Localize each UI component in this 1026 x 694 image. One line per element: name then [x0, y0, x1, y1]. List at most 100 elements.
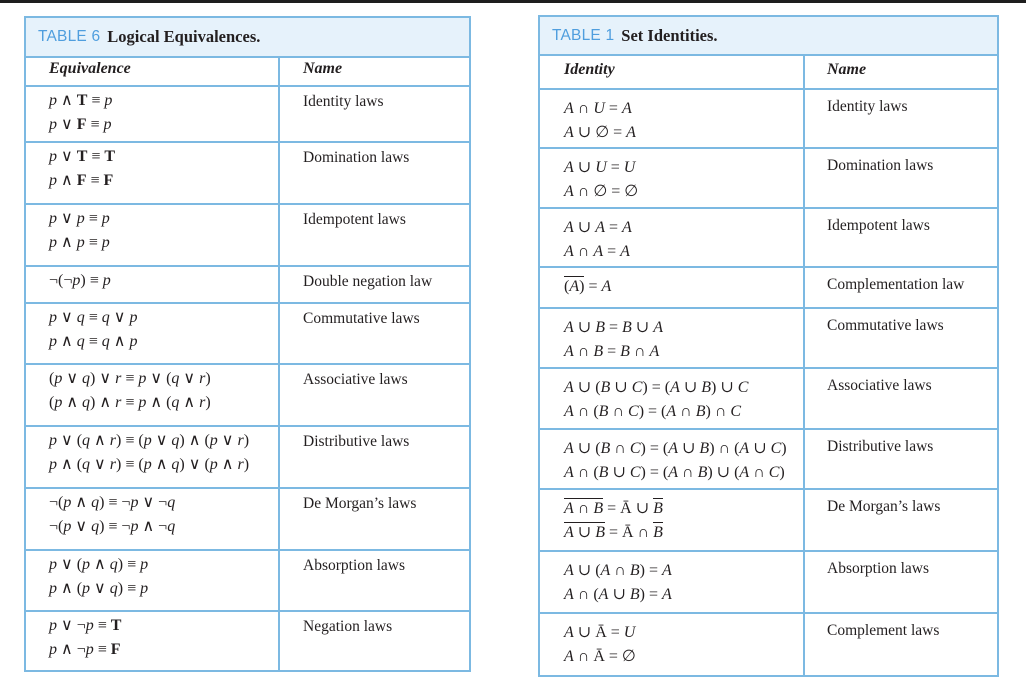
law-name: Commutative laws — [303, 310, 420, 327]
formula-line: p ∧ (q ∨ r) ≡ (p ∧ q) ∨ (p ∧ r) — [49, 456, 250, 473]
law-name-cell: Domination laws — [803, 149, 997, 207]
law-name: Distributive laws — [303, 433, 410, 450]
law-name-cell: Complement laws — [803, 614, 997, 675]
formula-line: p ∧ p ≡ p — [49, 234, 110, 251]
law-name: Domination laws — [827, 157, 934, 174]
formula-cell: p ∨ T ≡ T p ∧ F ≡ F — [26, 143, 278, 203]
table-caption: TABLE 1 Set Identities. — [540, 17, 997, 56]
law-name-cell: Idempotent laws — [278, 205, 469, 265]
table-row: A ∪ B = B ∪ A A ∩ B = B ∩ A Commutative la… — [540, 309, 997, 369]
formula-cell: p ∨ ¬p ≡ T p ∧ ¬p ≡ F — [26, 612, 278, 670]
formula-line: p ∧ (p ∨ q) ≡ p — [49, 580, 149, 597]
law-name: Identity laws — [303, 93, 384, 110]
formula-line: p ∨ q ≡ q ∨ p — [49, 309, 138, 326]
formula-line: A ∩ B = Ā ∪ B — [564, 498, 663, 517]
law-name-cell: Complementation law — [803, 268, 997, 307]
table-row: A ∩ B = Ā ∪ B A ∪ B = Ā ∩ B De Morgan’s la… — [540, 490, 997, 552]
formula-line: A ∪ (B ∩ C) = (A ∪ B) ∩ (A ∪ C) — [564, 440, 787, 457]
formula-line: A ∪ (B ∪ C) = (A ∪ B) ∪ C — [564, 379, 749, 396]
law-name: Complementation law — [827, 276, 965, 293]
formula-cell: A ∪ A = A A ∩ A = A — [540, 209, 803, 266]
law-name: Complement laws — [827, 622, 940, 639]
formula-cell: (p ∨ q) ∨ r ≡ p ∨ (q ∨ r) (p ∧ q) ∧ r ≡ p… — [26, 365, 278, 425]
formula-line: (p ∧ q) ∧ r ≡ p ∧ (q ∧ r) — [49, 394, 211, 411]
formula-line: (p ∨ q) ∨ r ≡ p ∨ (q ∨ r) — [49, 370, 211, 387]
law-name-cell: Identity laws — [803, 90, 997, 147]
formula-line: A ∪ B = Ā ∩ B — [564, 522, 663, 541]
law-name-cell: Double negation law — [278, 267, 469, 302]
table-number: TABLE 1 — [552, 26, 615, 44]
formula-cell: A ∩ B = Ā ∪ B A ∪ B = Ā ∩ B — [540, 490, 803, 550]
formula-line: p ∨ (q ∧ r) ≡ (p ∨ q) ∧ (p ∨ r) — [49, 432, 250, 449]
law-name-cell: Associative laws — [803, 369, 997, 428]
formula-line: A ∩ (B ∩ C) = (A ∩ B) ∩ C — [564, 403, 742, 420]
formula-cell: ¬(p ∧ q) ≡ ¬p ∨ ¬q ¬(p ∨ q) ≡ ¬p ∧ ¬q — [26, 489, 278, 549]
logical-equivalences-table: TABLE 6 Logical Equivalences. Equivalenc… — [24, 16, 471, 672]
law-name-cell: Distributive laws — [278, 427, 469, 487]
formula-cell: p ∨ q ≡ q ∨ p p ∧ q ≡ q ∧ p — [26, 304, 278, 363]
formula-line: p ∨ T ≡ T — [49, 148, 116, 165]
formula-line: ¬(p ∧ q) ≡ ¬p ∨ ¬q — [49, 494, 176, 511]
law-name: Domination laws — [303, 149, 410, 166]
table-row: p ∨ ¬p ≡ T p ∧ ¬p ≡ F Negation laws — [26, 612, 469, 670]
column-header-row: Identity Name — [540, 54, 997, 90]
table-row: p ∨ (p ∧ q) ≡ p p ∧ (p ∨ q) ≡ p Absorption… — [26, 551, 469, 612]
law-name-cell: Distributive laws — [803, 430, 997, 488]
law-name-cell: De Morgan’s laws — [803, 490, 997, 550]
column-header-name: Name — [303, 60, 343, 77]
formula-line: A ∪ U = U — [564, 159, 636, 176]
law-name: Associative laws — [303, 371, 408, 388]
law-name: De Morgan’s laws — [827, 498, 941, 515]
formula-line: p ∨ (p ∧ q) ≡ p — [49, 556, 149, 573]
formula-cell: p ∨ (p ∧ q) ≡ p p ∧ (p ∨ q) ≡ p — [26, 551, 278, 610]
table-row: A ∪ (A ∩ B) = A A ∩ (A ∪ B) = A Absorption… — [540, 552, 997, 614]
formula-line: A ∩ Ā = ∅ — [564, 648, 636, 665]
table-caption: TABLE 6 Logical Equivalences. — [26, 18, 469, 58]
formula-line: A ∪ B = B ∪ A — [564, 319, 663, 336]
formula-cell: A ∪ Ā = U A ∩ Ā = ∅ — [540, 614, 803, 675]
formula-line: (A) = A — [564, 276, 612, 295]
law-name-cell: Idempotent laws — [803, 209, 997, 266]
formula-line: A ∩ B = B ∩ A — [564, 343, 660, 360]
formula-line: p ∧ T ≡ p — [49, 92, 113, 109]
law-name-cell: Associative laws — [278, 365, 469, 425]
formula-line: A ∩ U = A — [564, 100, 632, 117]
table-row: p ∨ (q ∧ r) ≡ (p ∨ q) ∧ (p ∨ r) p ∧ (q ∨ … — [26, 427, 469, 489]
column-header-row: Equivalence Name — [26, 56, 469, 87]
formula-line: p ∧ F ≡ F — [49, 172, 114, 189]
law-name: Absorption laws — [827, 560, 930, 577]
formula-cell: A ∪ (B ∪ C) = (A ∪ B) ∪ C A ∩ (B ∩ C) = (… — [540, 369, 803, 428]
law-name: Commutative laws — [827, 317, 944, 334]
law-name: Idempotent laws — [827, 217, 930, 234]
law-name: Double negation law — [303, 273, 433, 290]
formula-line: A ∪ A = A — [564, 219, 632, 236]
table-number: TABLE 6 — [38, 28, 101, 45]
law-name: Associative laws — [827, 377, 932, 394]
formula-line: A ∪ ∅ = A — [564, 124, 636, 141]
formula-line: A ∩ A = A — [564, 243, 630, 260]
table-row: (A) = A Complementation law — [540, 268, 997, 309]
table-title: Logical Equivalences. — [107, 27, 261, 46]
law-name-cell: Negation laws — [278, 612, 469, 670]
table-row: ¬(¬p) ≡ p Double negation law — [26, 267, 469, 304]
law-name: Absorption laws — [303, 557, 406, 574]
formula-line: A ∩ (A ∪ B) = A — [564, 586, 672, 603]
formula-line: p ∧ ¬p ≡ F — [49, 641, 121, 658]
column-header-identity: Identity — [564, 61, 615, 78]
formula-line: A ∪ Ā = U — [564, 624, 636, 641]
column-header-name: Name — [827, 61, 867, 78]
formula-line: ¬(¬p) ≡ p — [49, 272, 111, 289]
formula-cell: ¬(¬p) ≡ p — [26, 267, 278, 302]
formula-line: p ∨ F ≡ p — [49, 116, 112, 133]
formula-line: A ∩ (B ∪ C) = (A ∩ B) ∪ (A ∩ C) — [564, 464, 785, 481]
formula-cell: A ∩ U = A A ∪ ∅ = A — [540, 90, 803, 147]
table-row: A ∪ A = A A ∩ A = A Idempotent laws — [540, 209, 997, 268]
formula-cell: p ∨ p ≡ p p ∧ p ≡ p — [26, 205, 278, 265]
law-name-cell: Commutative laws — [803, 309, 997, 367]
formula-cell: A ∪ U = U A ∩ ∅ = ∅ — [540, 149, 803, 207]
table-row: p ∨ p ≡ p p ∧ p ≡ p Idempotent laws — [26, 205, 469, 267]
table-row: A ∪ Ā = U A ∩ Ā = ∅ Complement laws — [540, 614, 997, 675]
law-name: Identity laws — [827, 98, 908, 115]
formula-cell: A ∪ (B ∩ C) = (A ∪ B) ∩ (A ∪ C) A ∩ (B ∪ … — [540, 430, 803, 488]
formula-line: p ∨ p ≡ p — [49, 210, 110, 227]
